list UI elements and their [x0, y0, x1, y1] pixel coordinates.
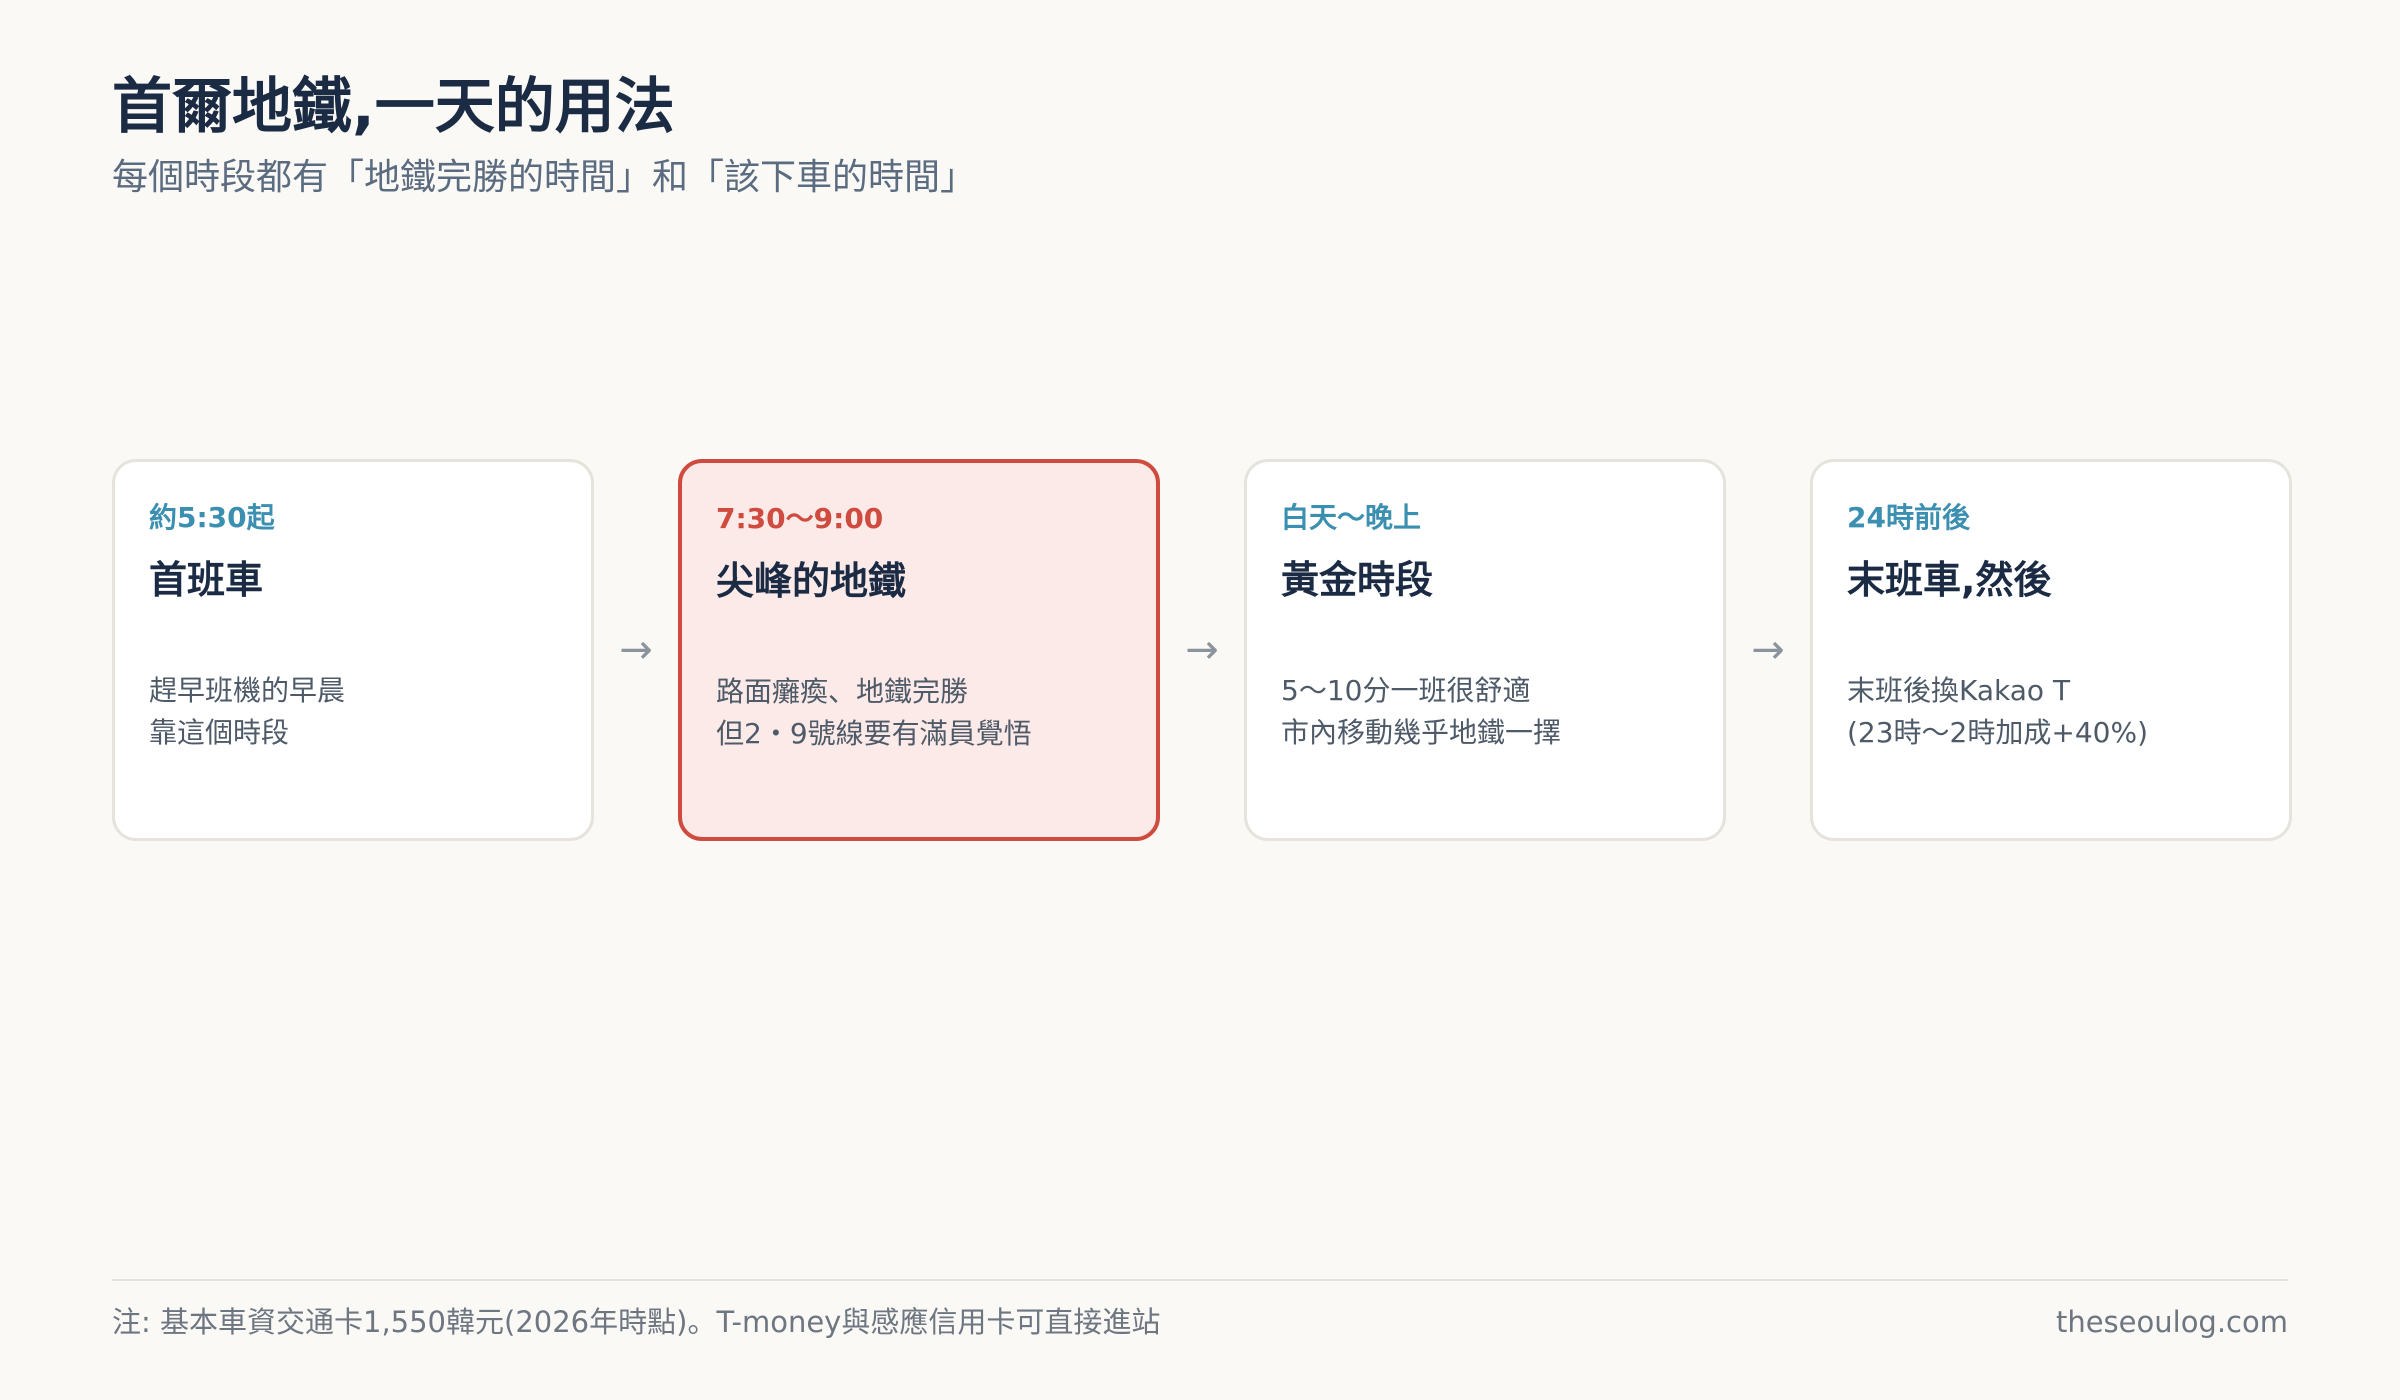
card-desc-line: 但2・9號線要有滿員覺悟 — [716, 717, 1032, 750]
card-desc-line: 末班後換Kakao T — [1847, 674, 2071, 707]
header: 首爾地鐵,一天的用法 每個時段都有「地鐵完勝的時間」和「該下車的時間」 — [112, 62, 976, 204]
card-desc-line: 靠這個時段 — [149, 716, 290, 749]
card-desc-line: (23時〜2時加成+40%) — [1847, 716, 2148, 749]
card-time: 7:30〜9:00 — [716, 502, 884, 535]
page-title: 首爾地鐵,一天的用法 — [112, 72, 675, 142]
arrow-right-icon: → — [619, 627, 653, 673]
card-title: 首班車 — [149, 558, 264, 602]
card-title: 尖峰的地鐵 — [716, 559, 907, 603]
card-title: 黃金時段 — [1281, 558, 1434, 602]
card-desc-line: 趕早班機的早晨 — [149, 674, 346, 707]
card-golden-time: 白天〜晚上 黃金時段 5〜10分一班很舒適 市內移動幾乎地鐵一擇 — [1244, 459, 1726, 841]
arrow-right-icon: → — [1185, 627, 1219, 673]
card-time: 24時前後 — [1847, 501, 1970, 534]
card-last-train: 24時前後 末班車,然後 末班後換Kakao T (23時〜2時加成+40%) — [1810, 459, 2292, 841]
card-rush-hour: 7:30〜9:00 尖峰的地鐵 路面癱瘓、地鐵完勝 但2・9號線要有滿員覺悟 — [678, 459, 1160, 841]
card-first-train: 約5:30起 首班車 趕早班機的早晨 靠這個時段 — [112, 459, 594, 841]
card-time: 約5:30起 — [149, 501, 275, 534]
footer-site: theseoulog.com — [2055, 1305, 2288, 1339]
card-desc: 路面癱瘓、地鐵完勝 但2・9號線要有滿員覺悟 — [716, 671, 1122, 755]
footer-note: 注: 基本車資交通卡1,550韓元(2026年時點)。T-money與感應信用卡… — [112, 1305, 1161, 1339]
card-desc-line: 市內移動幾乎地鐵一擇 — [1281, 716, 1562, 749]
arrow-right-icon: → — [1751, 627, 1785, 673]
card-desc: 末班後換Kakao T (23時〜2時加成+40%) — [1847, 670, 2255, 754]
page-subtitle: 每個時段都有「地鐵完勝的時間」和「該下車的時間」 — [112, 157, 977, 198]
card-time: 白天〜晚上 — [1281, 501, 1422, 534]
card-desc: 趕早班機的早晨 靠這個時段 — [149, 670, 557, 754]
card-title: 末班車,然後 — [1847, 558, 2052, 602]
card-desc: 5〜10分一班很舒適 市內移動幾乎地鐵一擇 — [1281, 670, 1689, 754]
card-desc-line: 5〜10分一班很舒適 — [1281, 674, 1531, 707]
card-desc-line: 路面癱瘓、地鐵完勝 — [716, 675, 969, 708]
footer-divider — [112, 1279, 2288, 1281]
timeline-flow: 約5:30起 首班車 趕早班機的早晨 靠這個時段 → 7:30〜9:00 尖峰的… — [112, 459, 2292, 841]
